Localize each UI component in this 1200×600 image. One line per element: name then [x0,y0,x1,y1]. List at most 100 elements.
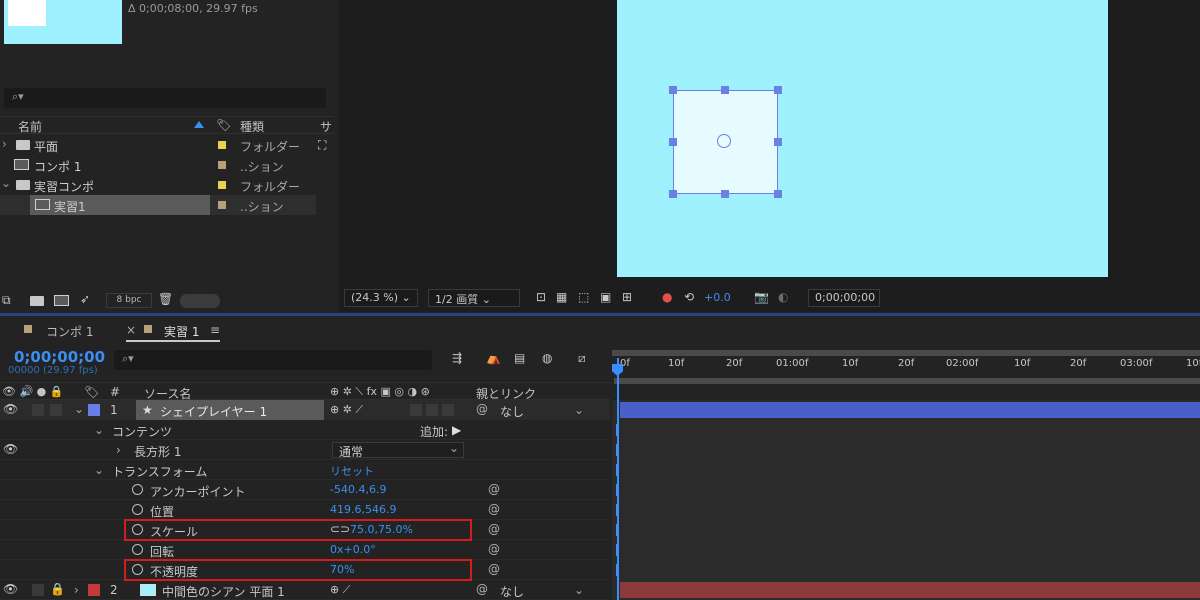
prop-contents[interactable]: ⌄ コンテンツ 追加: ▶ [0,420,610,440]
flowchart-icon[interactable]: ⛶ [318,138,326,153]
time-ruler[interactable]: 0f 10f 20f 01:00f 10f 20f 02:00f 10f 20f… [612,350,1200,378]
project-item-heimen[interactable]: › 平面 フォルダー [0,135,316,155]
layer-label-color[interactable] [88,584,100,596]
layer-label-color[interactable] [88,404,100,416]
pickwhip-icon[interactable]: @ [488,542,500,556]
layer-name[interactable]: 中間色のシアン 平面 1 [162,583,285,600]
comp-flowchart-icon[interactable]: ⇶ [452,351,462,365]
transform-handle[interactable] [721,86,729,94]
transform-handle[interactable] [774,138,782,146]
region-of-interest-icon[interactable]: ▣ [600,290,611,304]
transform-handle[interactable] [669,86,677,94]
pickwhip-icon[interactable]: @ [488,522,500,536]
lock-toggle[interactable] [50,404,62,416]
prop-position[interactable]: 位置 419.6,546.9 @ [0,500,610,520]
new-composition-icon[interactable] [54,295,69,306]
position-value[interactable]: 419.6,546.9 [330,503,396,516]
eye-icon[interactable]: 👁 [3,442,18,456]
chevron-down-icon[interactable]: ⌄ [74,402,84,416]
fast-preview-icon[interactable]: ⊡ [536,290,546,304]
stopwatch-icon[interactable] [132,504,143,515]
show-snapshot-icon[interactable]: ◐ [778,290,788,304]
label-color-swatch[interactable] [218,141,226,149]
playhead-line[interactable] [617,358,619,600]
resolution-dropdown[interactable]: 1/2 画質 ⌄ [428,289,520,307]
pickwhip-icon[interactable]: @ [488,482,500,496]
exposure-value[interactable]: +0.0 [704,291,731,304]
parent-value[interactable]: なし [500,583,524,600]
layer-duration-bar[interactable] [620,582,1200,598]
motion-blur-icon[interactable]: ◍ [542,351,552,365]
switch-box[interactable] [410,404,422,416]
chevron-right-icon[interactable]: › [116,443,121,457]
label-tag-icon[interactable]: 🏷 [216,118,231,132]
project-item-comp1[interactable]: コンポ 1 ..ション [0,155,316,175]
layer-switches[interactable]: ⊕ ⟋ [330,583,350,597]
graph-editor-icon[interactable]: ⧄ [578,351,586,366]
blend-mode-dropdown[interactable]: 通常 ⌄ [332,441,464,459]
mask-visibility-icon[interactable]: ⬚ [578,290,589,304]
prop-rotation[interactable]: 回転 0x+0.0° @ [0,540,610,560]
switch-box[interactable] [426,404,438,416]
chevron-down-icon[interactable]: ⌄ [94,423,104,437]
tab-menu-icon[interactable]: ≡ [210,323,220,337]
layer-row[interactable]: 👁 🔒 › 2 中間色のシアン 平面 1 ⊕ ⟋ @ なし ⌄ [0,580,610,600]
trash-icon[interactable]: 🗑 [158,292,173,306]
pickwhip-icon[interactable]: @ [476,402,488,416]
project-item-jisshu1[interactable]: 実習1 ..ション [0,195,316,215]
chevron-down-icon[interactable]: ⌄ [574,403,584,417]
add-label[interactable]: 追加: [420,423,448,440]
play-arrow-icon[interactable]: ▶ [452,423,461,437]
tab-jisshu1[interactable]: 実習 1 [164,323,199,340]
stopwatch-icon[interactable] [132,544,143,555]
solo-toggle[interactable] [32,404,44,416]
layer-row[interactable]: 👁 ⌄ 1 ★ シェイプレイヤー 1 ⊕ ✲ ⟋ @ なし ⌄ [0,400,610,420]
frame-blending-icon[interactable]: ▤ [514,351,525,365]
anchor-point-icon[interactable] [717,134,731,148]
transform-handle[interactable] [721,190,729,198]
pickwhip-icon[interactable]: @ [488,562,500,576]
layer-duration-bar[interactable] [620,402,1200,418]
pickwhip-icon[interactable]: @ [488,502,500,516]
chevron-down-icon[interactable]: ⌄ [1,176,11,190]
label-color-swatch[interactable] [218,181,226,189]
parent-value[interactable]: なし [500,403,524,420]
solo-toggle[interactable] [32,584,44,596]
bit-depth-button[interactable]: 8 bpc [106,293,152,308]
channel-icon[interactable]: ● [662,290,672,304]
prop-rect[interactable]: 👁 › 長方形 1 通常 ⌄ [0,440,610,460]
transform-handle[interactable] [774,190,782,198]
reset-link[interactable]: リセット [330,463,374,479]
rotation-value[interactable]: 0x+0.0° [330,543,376,556]
adobe-dynamic-link-icon[interactable]: ➶ [80,292,90,306]
close-tab-icon[interactable]: × [126,323,136,337]
label-color-swatch[interactable] [218,161,226,169]
tab-comp1[interactable]: コンポ 1 [46,323,93,340]
column-type[interactable]: 種類 [240,118,264,135]
current-timecode[interactable]: 0;00;00;00 [14,348,105,366]
zoom-dropdown[interactable]: (24.3 %) ⌄ [344,289,418,307]
layer-name[interactable]: シェイプレイヤー 1 [160,403,267,420]
column-name[interactable]: 名前 [18,118,42,135]
column-size[interactable]: サ [320,118,332,135]
transform-handle[interactable] [669,138,677,146]
new-folder-icon[interactable] [30,296,44,306]
grid-guides-icon[interactable]: ⊞ [622,290,632,304]
chevron-right-icon[interactable]: › [74,583,79,597]
sort-ascending-icon[interactable] [194,121,204,128]
anchor-value[interactable]: -540.4,6.9 [330,483,386,496]
project-item-jisshu-comp[interactable]: ⌄ 実習コンポ フォルダー [0,175,316,195]
project-search-input[interactable]: ⌕▾ [4,88,326,108]
navigator-bar[interactable] [612,350,1200,356]
prop-anchor[interactable]: アンカーポイント -540.4,6.9 @ [0,480,610,500]
switch-box[interactable] [442,404,454,416]
work-area-bar[interactable] [614,378,1200,384]
transparency-grid-icon[interactable]: ▦ [556,290,567,304]
chevron-down-icon[interactable]: ⌄ [574,583,584,597]
transform-handle[interactable] [774,86,782,94]
eye-icon[interactable]: 👁 [3,402,18,416]
thumbnail-size-slider[interactable] [180,294,220,308]
lock-icon[interactable]: 🔒 [50,582,65,596]
label-color-swatch[interactable] [218,201,226,209]
label-tag-icon[interactable]: 🏷 [84,385,99,399]
